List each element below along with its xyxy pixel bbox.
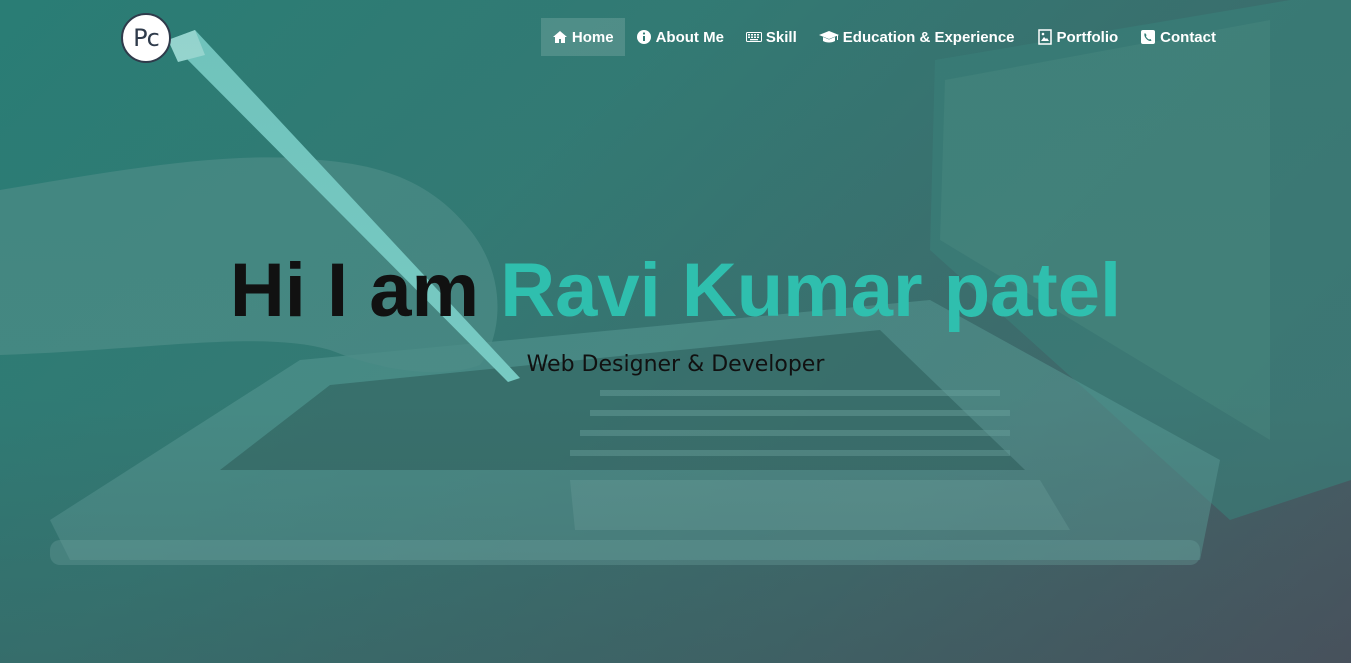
- nav-item-contact[interactable]: Contact: [1129, 18, 1227, 56]
- info-icon: [636, 29, 652, 45]
- nav-item-label: About Me: [655, 28, 724, 46]
- nav-item-home[interactable]: Home: [540, 18, 625, 56]
- nav-item-portfolio[interactable]: Portfolio: [1026, 18, 1130, 56]
- hero-section: Pc Home About Me Skill Education & Exper…: [0, 0, 1351, 663]
- keyboard-icon: [745, 29, 762, 45]
- nav-item-label: Education & Experience: [842, 28, 1015, 46]
- nav-item-about[interactable]: About Me: [625, 18, 735, 56]
- brand-logo-text: Pc: [133, 24, 160, 52]
- brand-logo[interactable]: Pc: [121, 13, 171, 63]
- image-icon: [1037, 29, 1053, 45]
- nav-item-label: Home: [571, 28, 614, 46]
- hero-name: Ravi Kumar patel: [500, 248, 1122, 333]
- hero-greeting: Hi I am: [229, 248, 480, 333]
- hero-title: Hi I am Ravi Kumar patel: [0, 248, 1351, 334]
- nav-item-education[interactable]: Education & Experience: [808, 18, 1026, 56]
- graduation-cap-icon: [818, 29, 839, 45]
- nav-item-label: Portfolio: [1056, 28, 1119, 46]
- nav-item-label: Contact: [1160, 28, 1216, 46]
- navbar: Pc Home About Me Skill Education & Exper…: [0, 0, 1351, 76]
- hero-subtitle: Web Designer & Developer: [526, 352, 825, 377]
- home-icon: [552, 29, 568, 45]
- nav-item-skill[interactable]: Skill: [735, 18, 808, 56]
- main-nav: Home About Me Skill Education & Experien…: [540, 18, 1227, 56]
- phone-icon: [1140, 29, 1156, 45]
- nav-item-label: Skill: [765, 28, 797, 46]
